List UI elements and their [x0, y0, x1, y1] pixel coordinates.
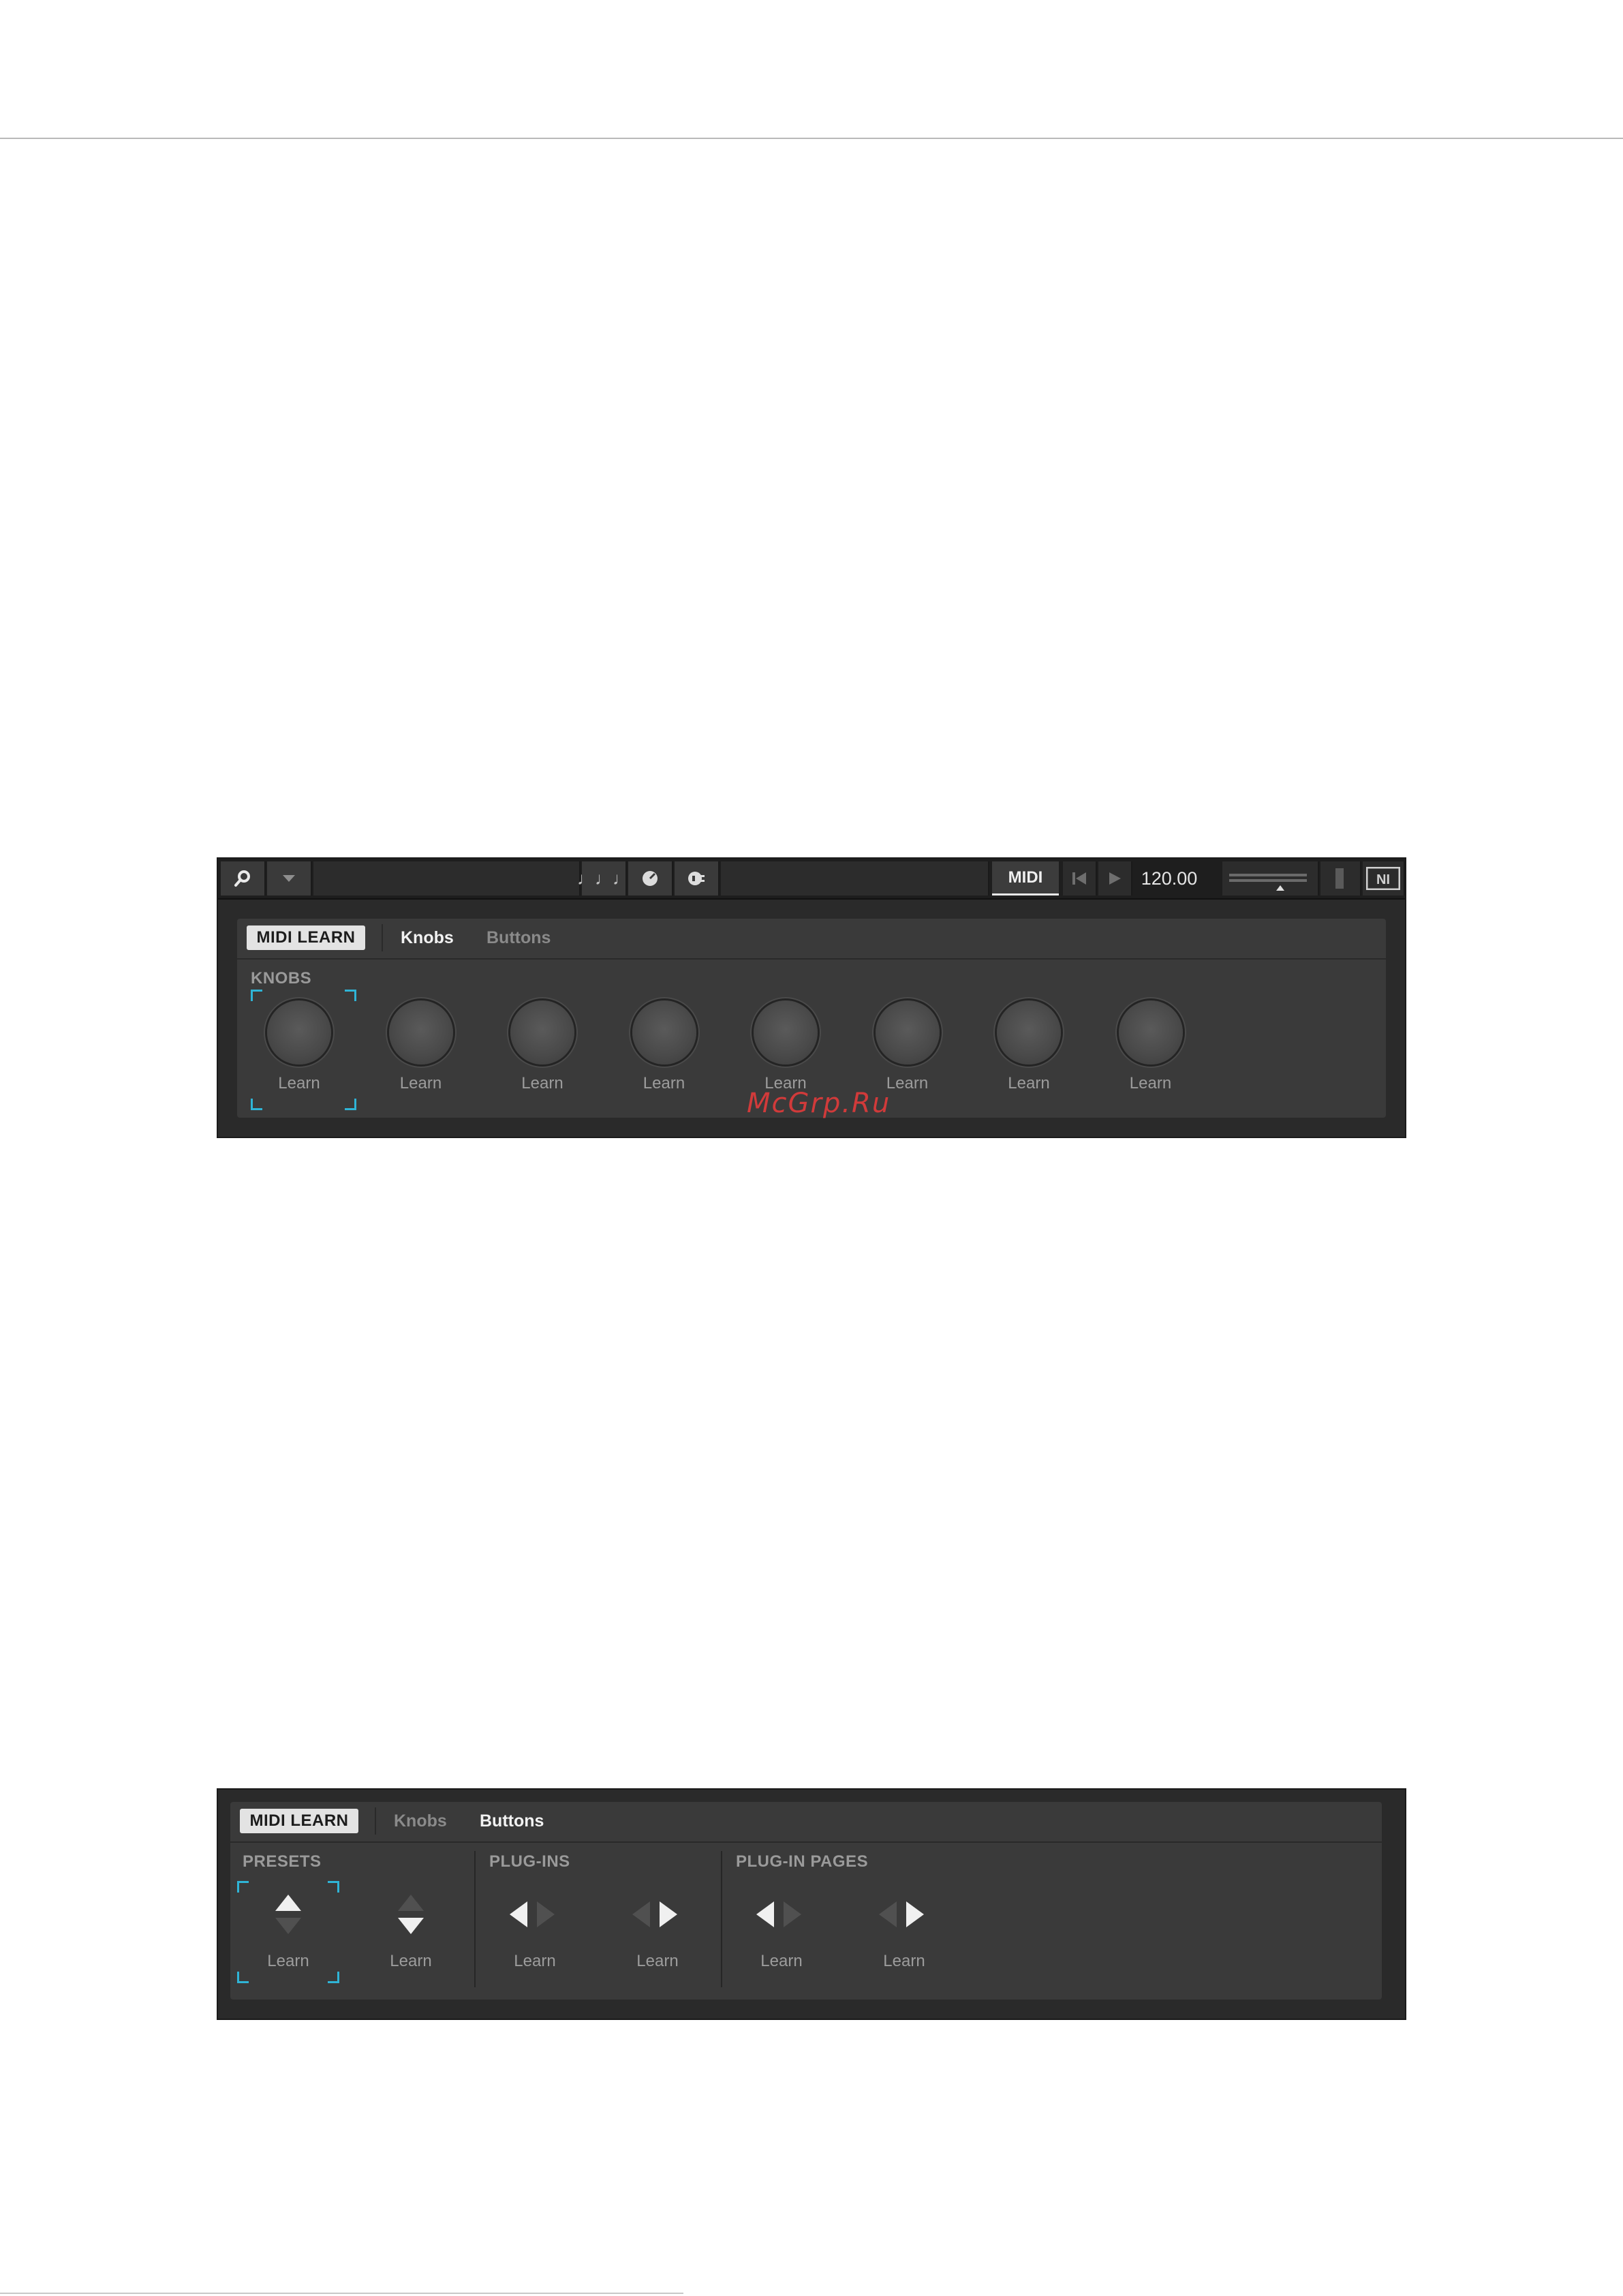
volume-slider[interactable]	[1222, 861, 1319, 896]
knob-dial[interactable]	[1118, 1000, 1183, 1065]
plugin-prev-learn[interactable]: Learn	[484, 1881, 586, 1983]
knob-8[interactable]: Learn	[1105, 994, 1194, 1109]
toolbar-spacer	[721, 861, 989, 896]
learn-label: Learn	[636, 1952, 679, 1970]
presets-section-label: PRESETS	[243, 1852, 322, 1871]
arrow-down-icon	[360, 1891, 462, 1938]
knob-dial[interactable]	[875, 1000, 940, 1065]
play-icon	[1109, 872, 1121, 885]
search-icon	[234, 870, 250, 887]
chevron-down-icon	[283, 875, 295, 882]
midi-learn-tabs: MIDI LEARN Knobs Buttons	[230, 1802, 1382, 1843]
rewind-button[interactable]	[1063, 861, 1097, 896]
page-header-rule	[0, 138, 1623, 139]
learn-label: Learn	[1129, 1074, 1172, 1092]
midi-learn-tabs: MIDI LEARN Knobs Buttons	[237, 919, 1386, 960]
music-notes-icon: ♩♩♩	[577, 868, 630, 889]
midi-tab[interactable]: MIDI	[992, 861, 1059, 896]
plugins-section-label: PLUG-INS	[489, 1852, 570, 1871]
knob-dial[interactable]	[997, 1000, 1061, 1065]
knob-3[interactable]: Learn	[497, 994, 585, 1109]
selection-corner	[345, 1099, 356, 1110]
preset-up-learn[interactable]: Learn	[237, 1881, 339, 1983]
knob-view-button[interactable]	[628, 861, 673, 896]
plugin-button[interactable]	[675, 861, 720, 896]
slider-marker-icon	[1276, 885, 1284, 891]
plugin-pages-section-label: PLUG-IN PAGES	[736, 1852, 869, 1871]
selection-corner	[251, 990, 262, 1001]
arrow-left-icon	[730, 1891, 833, 1938]
tempo-display[interactable]: 120.00	[1135, 861, 1203, 896]
plugin-next-learn[interactable]: Learn	[606, 1881, 709, 1983]
midi-learn-toggle[interactable]: MIDI LEARN	[240, 1809, 358, 1833]
header-toolbar: ♩♩♩ MIDI 120.00 NI	[218, 859, 1405, 900]
plugin-page-prev-learn[interactable]: Learn	[730, 1881, 833, 1983]
tab-knobs[interactable]: Knobs	[401, 928, 454, 948]
knob-1[interactable]: Learn	[251, 990, 356, 1110]
page-footer-rule	[0, 2293, 683, 2294]
notes-button[interactable]: ♩♩♩	[577, 861, 630, 896]
learn-label: Learn	[643, 1074, 685, 1092]
knob-icon	[643, 871, 658, 886]
plugin-icon	[688, 872, 705, 885]
plugin-page-next-learn[interactable]: Learn	[853, 1881, 955, 1983]
knob-dial[interactable]	[510, 1000, 574, 1065]
arrow-left-icon	[484, 1891, 586, 1938]
knob-2[interactable]: Learn	[375, 994, 464, 1109]
tab-buttons[interactable]: Buttons	[480, 1811, 544, 1831]
arrow-right-icon	[853, 1891, 955, 1938]
learn-label: Learn	[514, 1952, 556, 1970]
ni-logo-icon: NI	[1366, 867, 1400, 890]
arrow-right-icon	[606, 1891, 709, 1938]
tab-buttons[interactable]: Buttons	[486, 928, 551, 948]
tab-divider	[382, 924, 383, 951]
play-button[interactable]	[1098, 861, 1132, 896]
knob-4[interactable]: Learn	[619, 994, 707, 1109]
arrow-up-icon	[237, 1891, 339, 1938]
learn-label: Learn	[267, 1952, 309, 1970]
knobs-section-label: KNOBS	[251, 969, 312, 988]
selection-corner	[345, 990, 356, 1001]
learn-label: Learn	[760, 1952, 803, 1970]
learn-label: Learn	[883, 1952, 925, 1970]
learn-label: Learn	[390, 1952, 432, 1970]
learn-label: Learn	[399, 1074, 442, 1092]
skip-back-icon	[1072, 872, 1086, 885]
selection-corner	[251, 1099, 262, 1110]
preset-name-field[interactable]	[313, 861, 581, 896]
tab-divider	[375, 1807, 376, 1835]
knob-dial[interactable]	[267, 1000, 331, 1065]
preset-down-learn[interactable]: Learn	[360, 1881, 462, 1983]
learn-label: Learn	[521, 1074, 563, 1092]
knob-dial[interactable]	[388, 1000, 453, 1065]
level-meter	[1320, 861, 1361, 896]
svg-text:NI: NI	[1376, 872, 1390, 887]
knob-dial[interactable]	[632, 1000, 696, 1065]
midi-learn-panel: MIDI LEARN Knobs Buttons PRESETS PLUG-IN…	[230, 1802, 1382, 2000]
knob-7[interactable]: Learn	[983, 994, 1072, 1109]
group-divider	[721, 1851, 722, 1987]
watermark: McGrp.Ru	[747, 1088, 891, 1119]
selection-corner	[328, 1972, 339, 1983]
search-button[interactable]	[221, 861, 266, 896]
group-divider	[474, 1851, 476, 1987]
tab-knobs[interactable]: Knobs	[394, 1811, 447, 1831]
midi-learn-buttons-screenshot: MIDI LEARN Knobs Buttons PRESETS PLUG-IN…	[217, 1788, 1406, 2020]
browser-dropdown-button[interactable]	[267, 861, 312, 896]
learn-label: Learn	[1008, 1074, 1050, 1092]
midi-learn-toggle[interactable]: MIDI LEARN	[247, 925, 365, 950]
learn-label: Learn	[278, 1074, 320, 1092]
knob-dial[interactable]	[754, 1000, 818, 1065]
ni-logo-button[interactable]: NI	[1363, 861, 1405, 896]
selection-corner	[237, 1972, 249, 1983]
